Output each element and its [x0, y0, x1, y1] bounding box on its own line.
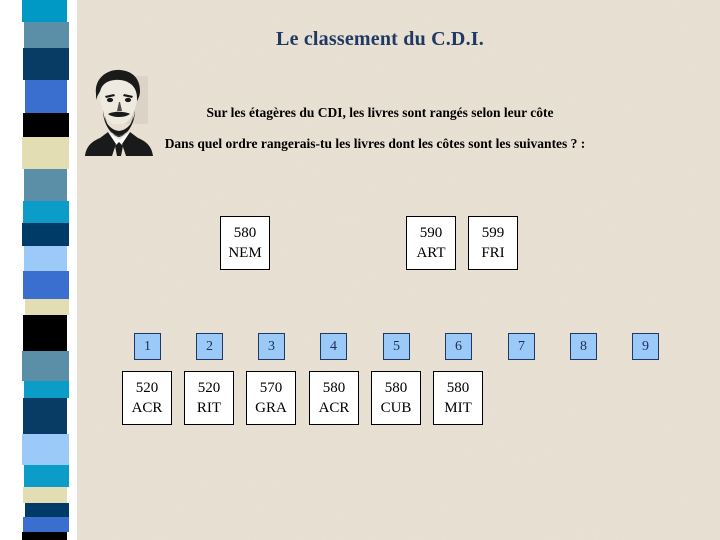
instruction-line-2: Dans quel ordre rangerais-tu les livres …: [164, 136, 586, 151]
example-cote-card[interactable]: 599 FRI: [468, 216, 518, 270]
example-cote-card[interactable]: 580 NEM: [220, 216, 270, 270]
answer-cote-card[interactable]: 580 CUB: [371, 371, 421, 425]
cote-number: 520: [197, 380, 221, 396]
stripe-segment: [24, 465, 69, 487]
instruction-line-1: Sur les étagères du CDI, les livres sont…: [206, 105, 554, 120]
cote-number: 520: [135, 380, 159, 396]
answer-slot-2[interactable]: 2: [196, 333, 223, 360]
answer-cote-card[interactable]: 570 GRA: [246, 371, 296, 425]
cote-number: 570: [259, 380, 283, 396]
answer-slot-1[interactable]: 1: [134, 333, 161, 360]
stripe-segment: [23, 113, 69, 137]
stripe-segment: [24, 246, 67, 271]
stripe-segment: [22, 223, 69, 246]
answer-slot-5[interactable]: 5: [383, 333, 410, 360]
cote-number: 580: [384, 380, 408, 396]
cote-number: 580: [233, 225, 257, 241]
cote-letters: RIT: [196, 400, 222, 416]
stripe-segment: [24, 22, 69, 48]
answer-slot-7[interactable]: 7: [508, 333, 535, 360]
vertical-color-band: [22, 0, 69, 540]
answer-slot-3[interactable]: 3: [258, 333, 285, 360]
cote-letters: MIT: [444, 400, 472, 416]
stripe-segment: [22, 434, 69, 465]
answer-slot-6[interactable]: 6: [445, 333, 472, 360]
cote-letters: FRI: [481, 245, 505, 261]
cote-letters: GRA: [255, 400, 287, 416]
stripe-segment: [23, 315, 67, 351]
answer-slot-9[interactable]: 9: [632, 333, 659, 360]
answer-slot-4[interactable]: 4: [320, 333, 347, 360]
stripe-segment: [22, 532, 67, 540]
answer-cote-card[interactable]: 580 ACR: [309, 371, 359, 425]
stripe-segment: [23, 487, 67, 503]
stripe-segment: [24, 169, 67, 201]
answer-cote-card[interactable]: 580 MIT: [433, 371, 483, 425]
stripe-segment: [25, 80, 67, 113]
cote-number: 580: [446, 380, 470, 396]
cote-number: 580: [322, 380, 346, 396]
slide-canvas: Le classement du C.D.I. Sur les étagères…: [0, 0, 720, 540]
stripe-segment: [23, 48, 69, 80]
example-cote-card[interactable]: 590 ART: [406, 216, 456, 270]
stripe-segment: [24, 381, 69, 398]
stripe-segment: [25, 503, 69, 517]
cote-letters: ACR: [131, 400, 163, 416]
stripe-segment: [25, 299, 69, 315]
cote-letters: ART: [416, 245, 446, 261]
cote-letters: ACR: [318, 400, 350, 416]
cote-letters: NEM: [228, 245, 262, 261]
cote-number: 599: [481, 225, 505, 241]
answer-slot-8[interactable]: 8: [570, 333, 597, 360]
stripe-segment: [22, 137, 69, 169]
stripe-segment: [23, 398, 67, 434]
stripe-segment: [23, 517, 69, 532]
stripe-segment: [22, 351, 69, 381]
stripe-segment: [23, 201, 69, 223]
answer-cote-card[interactable]: 520 RIT: [184, 371, 234, 425]
page-title: Le classement du C.D.I.: [276, 28, 484, 50]
cote-number: 590: [419, 225, 443, 241]
stripe-segment: [23, 271, 69, 299]
stripe-segment: [22, 0, 67, 22]
answer-cote-card[interactable]: 520 ACR: [122, 371, 172, 425]
cote-letters: CUB: [380, 400, 412, 416]
